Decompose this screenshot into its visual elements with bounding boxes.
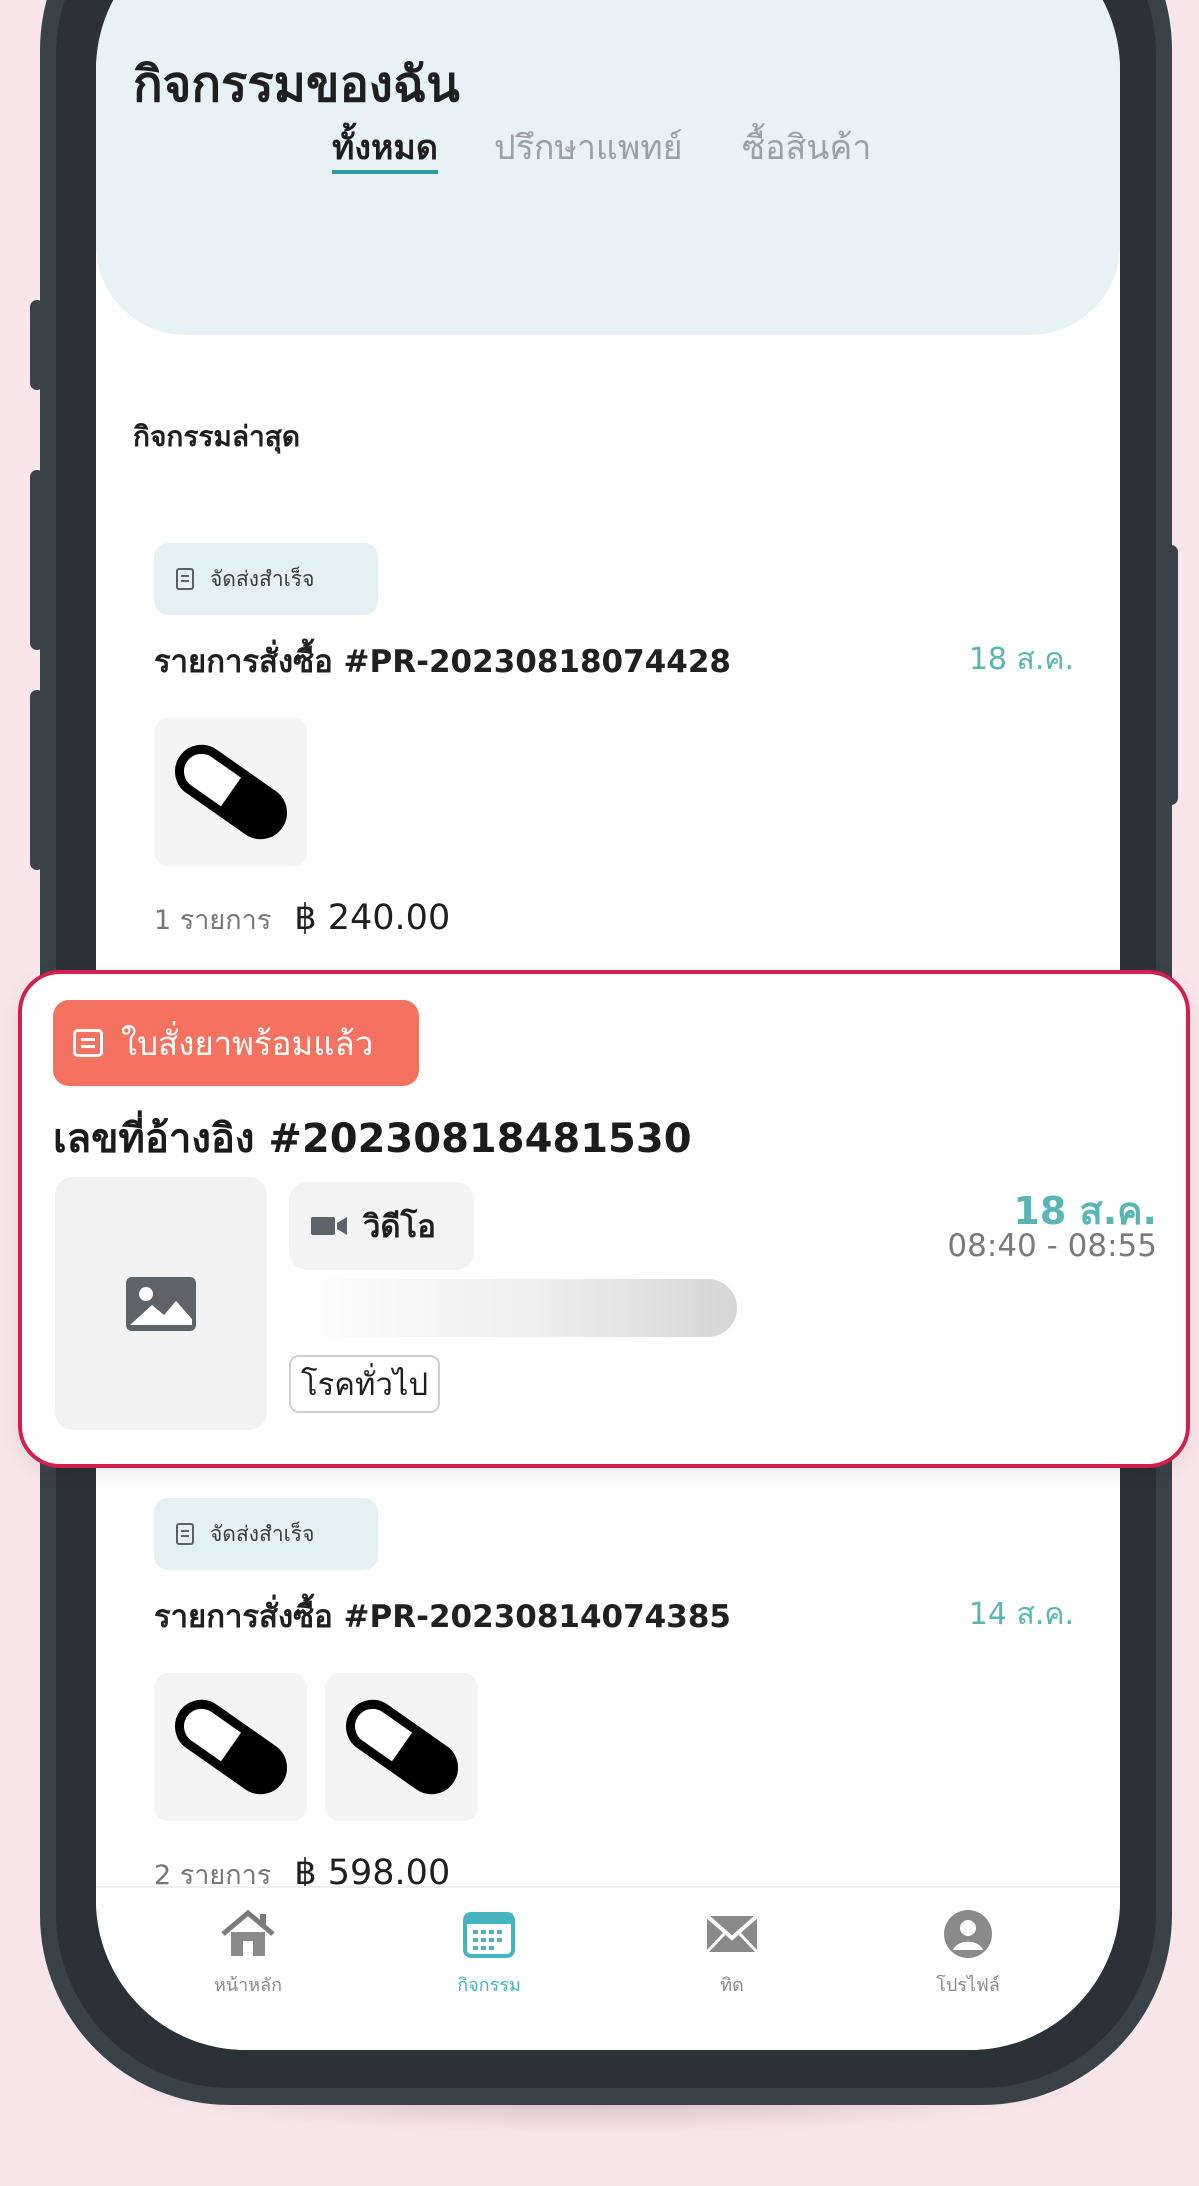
status-badge: จัดส่งสำเร็จ — [154, 543, 378, 615]
order-date: 14 ส.ค. — [968, 1597, 1074, 1632]
consultation-card[interactable]: ใบสั่งยาพร้อมแล้ว เลขที่อ้างอิง #2023081… — [18, 970, 1190, 1468]
page-title: กิจกรรมของฉัน — [133, 56, 460, 113]
tab-buy-products[interactable]: ซื้อสินค้า — [742, 120, 871, 174]
nav-activity-label: กิจกรรม — [457, 1975, 521, 1996]
prescription-ready-label: ใบสั่งยาพร้อมแล้ว — [121, 1023, 374, 1063]
bottom-nav: หน้าหลัก กิจกรรม ทิด โปรไฟล์ — [96, 1886, 1120, 2050]
tab-consult-doctor[interactable]: ปรึกษาแพทย์ — [494, 120, 683, 174]
document-icon — [176, 568, 194, 590]
nav-home[interactable]: หน้าหลัก — [168, 1908, 328, 1999]
category-tag: โรคทั่วไป — [289, 1355, 441, 1413]
doctor-photo-placeholder — [55, 1177, 267, 1430]
order-number: รายการสั่งซื้อ #PR-20230814074385 — [154, 1599, 731, 1635]
section-title: กิจกรรมล่าสุด — [133, 420, 301, 453]
consult-type-badge: วิดีโอ — [289, 1182, 474, 1270]
nav-home-label: หน้าหลัก — [213, 1975, 283, 1996]
order-card[interactable]: จัดส่งสำเร็จ รายการสั่งซื้อ #PR-20230814… — [154, 1498, 1074, 1898]
order-number: รายการสั่งซื้อ #PR-20230818074428 — [154, 644, 731, 680]
doctor-name-skeleton — [289, 1279, 737, 1337]
prescription-ready-badge: ใบสั่งยาพร้อมแล้ว — [53, 1000, 419, 1086]
pill-capsule-icon — [174, 744, 287, 840]
tab-all-label: ทั้งหมด — [332, 128, 438, 168]
order-date: 18 ส.ค. — [968, 642, 1074, 677]
product-thumbnail[interactable] — [325, 1673, 478, 1821]
status-badge-label: จัดส่งสำเร็จ — [210, 566, 315, 591]
video-camera-icon — [311, 1217, 347, 1235]
appointment-time: 08:40 - 08:55 — [947, 1228, 1157, 1264]
order-summary: 1 รายการ ฿ 240.00 — [154, 898, 450, 941]
tab-buy-products-label: ซื้อสินค้า — [742, 128, 872, 168]
status-badge-label: จัดส่งสำเร็จ — [210, 1521, 315, 1546]
calendar-icon — [463, 1912, 515, 1958]
mail-icon — [705, 1914, 759, 1954]
consult-type-label: วิดีโอ — [363, 1209, 436, 1245]
profile-icon — [944, 1910, 992, 1958]
nav-activity[interactable]: กิจกรรม — [409, 1908, 569, 1999]
item-count: 1 รายการ — [154, 905, 272, 936]
pill-capsule-icon — [174, 1699, 287, 1795]
product-thumbnail[interactable] — [154, 1673, 307, 1821]
nav-messages-label: ทิด — [720, 1975, 744, 1996]
nav-profile-label: โปรไฟล์ — [936, 1975, 1000, 1996]
home-icon — [221, 1909, 275, 1956]
order-total: ฿ 240.00 — [294, 898, 451, 938]
pill-capsule-icon — [345, 1699, 458, 1795]
tab-consult-doctor-label: ปรึกษาแพทย์ — [494, 128, 683, 168]
nav-profile[interactable]: โปรไฟล์ — [888, 1908, 1048, 1999]
reference-number: เลขที่อ้างอิง #20230818481530 — [53, 1116, 692, 1162]
order-card[interactable]: จัดส่งสำเร็จ รายการสั่งซื้อ #PR-20230818… — [154, 543, 1074, 953]
image-placeholder-icon — [126, 1276, 196, 1331]
header-panel: กิจกรรมของฉัน ทั้งหมด ปรึกษาแพทย์ ซื้อสิ… — [96, 0, 1120, 335]
active-tab-indicator — [332, 170, 438, 174]
document-icon — [176, 1523, 194, 1545]
nav-messages[interactable]: ทิด — [652, 1908, 812, 1999]
status-badge: จัดส่งสำเร็จ — [154, 1498, 378, 1570]
tab-all[interactable]: ทั้งหมด — [332, 120, 438, 174]
prescription-icon — [73, 1029, 103, 1057]
product-thumbnail[interactable] — [154, 718, 307, 866]
